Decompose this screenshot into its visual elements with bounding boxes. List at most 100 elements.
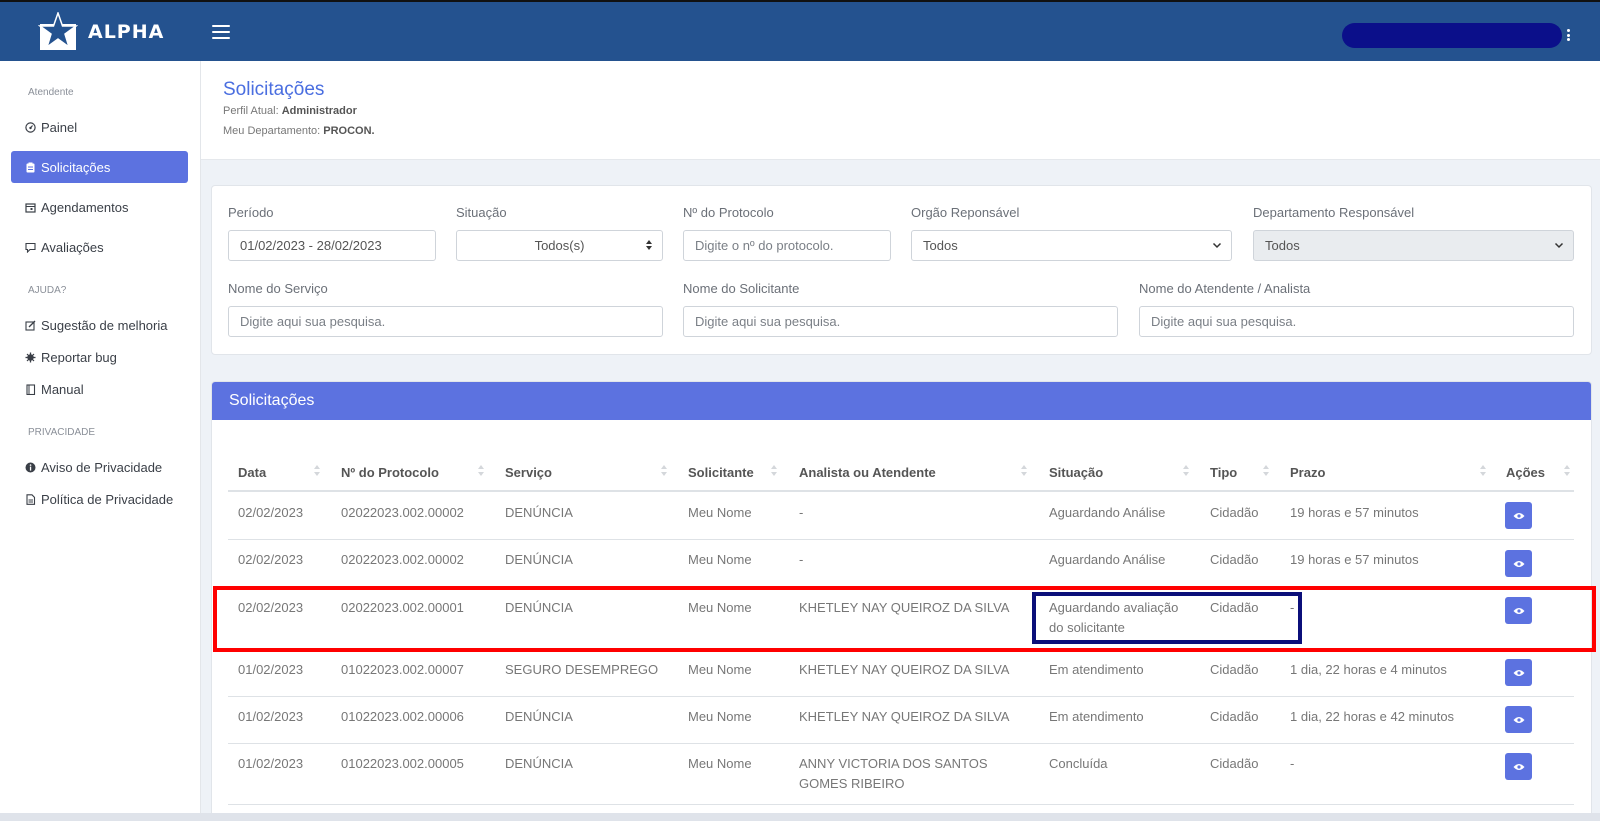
sidebar-heading-attendant: Atendente (28, 87, 74, 98)
sort-icon[interactable] (478, 465, 484, 476)
organ-select-value: Todos (923, 238, 958, 253)
analyst-name-label: Nome do Atendente / Analista (1139, 281, 1311, 296)
column-header-servico[interactable]: Serviço (505, 462, 552, 482)
column-header-protocolo[interactable]: Nº do Protocolo (341, 462, 439, 482)
view-button[interactable] (1505, 659, 1532, 686)
column-header-solicitante[interactable]: Solicitante (688, 462, 754, 482)
sidebar-item-label: Manual (41, 381, 84, 397)
bug-icon (25, 352, 36, 363)
sidebar-item-aviso-privacidade[interactable]: Aviso de Privacidade (11, 451, 188, 483)
sidebar-item-painel[interactable]: Painel (11, 111, 188, 143)
cell-analista: KHETLEY NAY QUEIROZ DA SILVA (799, 600, 1010, 615)
column-header-situacao[interactable]: Situação (1049, 462, 1103, 482)
sort-icon[interactable] (1021, 465, 1027, 476)
cell-data: 02/02/2023 (238, 552, 304, 567)
clipboard-icon (25, 162, 36, 173)
bottom-strip (0, 813, 1600, 821)
info-icon (25, 462, 36, 473)
column-header-analista[interactable]: Analista ou Atendente (799, 462, 936, 482)
sidebar-heading-help: AJUDA? (28, 285, 67, 296)
cell-protocolo: 01022023.002.00007 (341, 662, 464, 677)
cell-situacao: Concluída (1049, 756, 1108, 771)
view-button[interactable] (1505, 753, 1532, 780)
sidebar-item-label: Painel (41, 119, 78, 135)
sidebar-item-label: Reportar bug (41, 349, 117, 365)
page-header: Solicitações Perfil Atual: Administrador… (201, 61, 1600, 160)
menu-toggle-icon[interactable] (212, 24, 230, 39)
sort-icon[interactable] (1183, 465, 1189, 476)
view-button[interactable] (1505, 597, 1532, 624)
row-divider (228, 648, 1574, 649)
sidebar-item-agendamentos[interactable]: Agendamentos (11, 191, 188, 223)
cell-prazo: - (1290, 756, 1295, 771)
view-button[interactable] (1505, 550, 1532, 577)
star-logo-icon (38, 11, 78, 50)
sidebar-item-reportar-bug[interactable]: Reportar bug (11, 341, 188, 373)
sidebar-item-sugestao[interactable]: Sugestão de melhoria (11, 309, 188, 341)
cell-data: 01/02/2023 (238, 709, 304, 724)
cell-situacao: Em atendimento (1049, 662, 1144, 677)
cell-analista: KHETLEY NAY QUEIROZ DA SILVA (799, 709, 1010, 724)
sidebar-item-politica-privacidade[interactable]: Política de Privacidade (11, 483, 188, 515)
cell-protocolo: 01022023.002.00005 (341, 756, 464, 771)
page-title: Solicitações (223, 79, 325, 100)
sidebar-item-manual[interactable]: Manual (11, 373, 188, 405)
view-button[interactable] (1505, 706, 1532, 733)
user-menu[interactable] (1342, 23, 1562, 48)
cell-servico: DENÚNCIA (505, 505, 573, 520)
eye-icon (1513, 512, 1524, 519)
status-select-value: Todos(s) (534, 238, 585, 253)
column-header-prazo[interactable]: Prazo (1290, 462, 1325, 482)
view-button[interactable] (1505, 502, 1532, 529)
table-card-title: Solicitações (212, 382, 1591, 420)
protocol-input[interactable]: Digite o nº do protocolo. (683, 230, 891, 261)
cell-data: 02/02/2023 (238, 505, 304, 520)
organ-select[interactable]: Todos (911, 230, 1232, 261)
requester-name-label: Nome do Solicitante (683, 281, 800, 296)
column-header-acoes[interactable]: Ações (1506, 462, 1545, 482)
select-arrows-icon (646, 240, 652, 250)
sidebar-item-label: Solicitações (41, 159, 111, 175)
sort-icon[interactable] (1564, 465, 1570, 476)
cell-solicitante: Meu Nome (688, 709, 752, 724)
row-divider (228, 743, 1574, 744)
brand[interactable]: ALPHA (0, 2, 200, 61)
sort-icon[interactable] (1263, 465, 1269, 476)
cell-tipo: Cidadão (1210, 756, 1259, 771)
cell-servico: SEGURO DESEMPREGO (505, 662, 659, 677)
sidebar-item-solicitacoes[interactable]: Solicitações (11, 151, 188, 183)
cell-prazo: 1 dia, 22 horas e 4 minutos (1290, 662, 1447, 677)
sort-icon[interactable] (1480, 465, 1486, 476)
sort-icon[interactable] (314, 465, 320, 476)
department-label: Departamento Responsável (1253, 205, 1415, 220)
column-header-data[interactable]: Data (238, 462, 266, 482)
status-select[interactable]: Todos(s) (456, 230, 663, 261)
cell-protocolo: 02022023.002.00001 (341, 600, 464, 615)
eye-icon (1513, 716, 1524, 723)
sidebar-item-label: Avaliações (41, 239, 104, 255)
eye-icon (1513, 763, 1524, 770)
sidebar-item-label: Sugestão de melhoria (41, 317, 168, 333)
row-divider (228, 587, 1574, 588)
cell-situacao: Em atendimento (1049, 709, 1144, 724)
row-divider (228, 539, 1574, 540)
analyst-name-input[interactable]: Digite aqui sua pesquisa. (1139, 306, 1574, 337)
department-select[interactable]: Todos (1253, 230, 1574, 261)
cell-servico: DENÚNCIA (505, 552, 573, 567)
period-field[interactable]: 01/02/2023 - 28/02/2023 (228, 230, 436, 261)
column-header-tipo[interactable]: Tipo (1210, 462, 1237, 482)
row-divider (228, 696, 1574, 697)
period-label: Período (228, 205, 274, 220)
more-options-icon[interactable] (1566, 29, 1570, 41)
sort-icon[interactable] (661, 465, 667, 476)
row-divider (228, 804, 1574, 805)
cell-solicitante: Meu Nome (688, 756, 752, 771)
eye-icon (1513, 560, 1524, 567)
cell-protocolo: 02022023.002.00002 (341, 505, 464, 520)
service-name-input[interactable]: Digite aqui sua pesquisa. (228, 306, 663, 337)
chevron-down-icon (1554, 242, 1564, 249)
sort-icon[interactable] (771, 465, 777, 476)
cell-solicitante: Meu Nome (688, 505, 752, 520)
sidebar-item-avaliacoes[interactable]: Avaliações (11, 231, 188, 263)
requester-name-input[interactable]: Digite aqui sua pesquisa. (683, 306, 1118, 337)
